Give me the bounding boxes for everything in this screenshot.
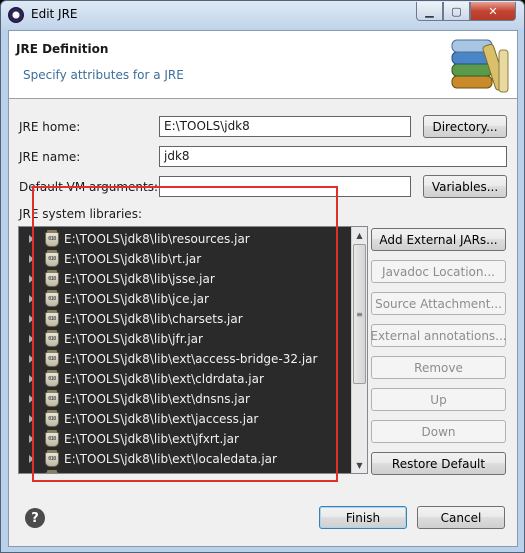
edit-jre-window: Edit JRE ▁ ▢ ✕ JRE Definition Specify at… [0,0,525,553]
library-row[interactable]: E:\TOOLS\jdk8\lib\jfr.jar [19,329,353,349]
jre-name-field[interactable]: jdk8 [159,146,507,167]
library-row[interactable]: E:\TOOLS\jdk8\lib\resources.jar [19,229,353,249]
up-button[interactable]: Up [371,388,506,411]
expand-arrow-icon[interactable] [29,355,34,363]
library-row[interactable]: E:\TOOLS\jdk8\lib\ext\cldrdata.jar [19,369,353,389]
tree-scrollbar[interactable]: ▲ ≡ ▼ [351,227,367,473]
external-annotations-button[interactable]: External annotations... [370,324,507,347]
jar-file-icon [45,329,59,347]
maximize-button[interactable]: ▢ [443,2,470,21]
library-path: E:\TOOLS\jdk8\lib\jfr.jar [64,332,203,346]
library-row[interactable]: E:\TOOLS\jdk8\lib\rt.jar [19,249,353,269]
library-row[interactable]: E:\TOOLS\jdk8\lib\charsets.jar [19,309,353,329]
cancel-button[interactable]: Cancel [417,506,505,529]
library-path: E:\TOOLS\jdk8\lib\ext\jaccess.jar [64,412,259,426]
library-row[interactable]: E:\TOOLS\jdk8\lib\ext\dnsns.jar [19,389,353,409]
jar-file-icon [45,269,59,287]
jre-name-label: JRE name: [19,150,81,164]
jar-file-icon [45,429,59,447]
library-row[interactable]: E:\TOOLS\jdk8\lib\jsse.jar [19,269,353,289]
variables-button[interactable]: Variables... [423,175,507,198]
library-path: E:\TOOLS\jdk8\lib\ext\jfxrt.jar [64,432,239,446]
scroll-down-arrow-icon[interactable]: ▼ [352,457,367,473]
jar-file-icon [45,349,59,367]
jar-file-icon [45,309,59,327]
expand-arrow-icon[interactable] [29,335,34,343]
expand-arrow-icon[interactable] [29,295,34,303]
library-path: E:\TOOLS\jdk8\lib\jce.jar [64,292,209,306]
eclipse-icon [8,7,24,23]
library-row[interactable]: E:\TOOLS\jdk8\lib\ext\nashorn.jar [19,469,353,473]
jar-file-icon [45,469,59,473]
directory-button[interactable]: Directory... [423,115,507,138]
remove-button[interactable]: Remove [371,356,506,379]
add-external-jars-button[interactable]: Add External JARs... [371,228,506,251]
expand-arrow-icon[interactable] [29,275,34,283]
jar-file-icon [45,369,59,387]
library-path: E:\TOOLS\jdk8\lib\ext\cldrdata.jar [64,372,264,386]
help-icon[interactable]: ? [25,508,45,528]
expand-arrow-icon[interactable] [29,235,34,243]
library-path: E:\TOOLS\jdk8\lib\charsets.jar [64,312,243,326]
jre-home-field[interactable]: E:\TOOLS\jdk8 [159,116,411,137]
library-row[interactable]: E:\TOOLS\jdk8\lib\ext\jaccess.jar [19,409,353,429]
dialog-body: JRE Definition Specify attributes for a … [8,30,518,547]
dialog-header: JRE Definition Specify attributes for a … [9,31,517,99]
restore-default-button[interactable]: Restore Default [371,452,506,475]
library-tree[interactable]: E:\TOOLS\jdk8\lib\resources.jar E:\TOOLS\… [18,226,368,474]
header-subtitle: Specify attributes for a JRE [23,68,184,82]
header-title: JRE Definition [16,42,109,56]
minimize-button[interactable]: ▁ [416,2,443,21]
library-row[interactable]: E:\TOOLS\jdk8\lib\ext\access-bridge-32.j… [19,349,353,369]
title-bar[interactable]: Edit JRE ▁ ▢ ✕ [1,1,524,29]
jar-file-icon [45,449,59,467]
expand-arrow-icon[interactable] [29,255,34,263]
library-path: E:\TOOLS\jdk8\lib\jsse.jar [64,272,215,286]
finish-button[interactable]: Finish [319,506,407,529]
jar-file-icon [45,289,59,307]
library-path: E:\TOOLS\jdk8\lib\resources.jar [64,232,250,246]
window-title: Edit JRE [31,7,78,21]
library-row[interactable]: E:\TOOLS\jdk8\lib\ext\localedata.jar [19,449,353,469]
library-path: E:\TOOLS\jdk8\lib\ext\access-bridge-32.j… [64,352,318,366]
source-attachment-button[interactable]: Source Attachment... [371,292,506,315]
jar-file-icon [45,409,59,427]
library-path: E:\TOOLS\jdk8\lib\ext\nashorn.jar [64,472,263,473]
expand-arrow-icon[interactable] [29,415,34,423]
vm-args-field[interactable] [159,176,411,197]
expand-arrow-icon[interactable] [29,395,34,403]
library-path: E:\TOOLS\jdk8\lib\ext\dnsns.jar [64,392,250,406]
down-button[interactable]: Down [371,420,506,443]
scroll-up-arrow-icon[interactable]: ▲ [352,227,367,243]
library-path: E:\TOOLS\jdk8\lib\rt.jar [64,252,202,266]
close-button[interactable]: ✕ [470,2,516,21]
expand-arrow-icon[interactable] [29,375,34,383]
jre-home-label: JRE home: [19,120,81,134]
expand-arrow-icon[interactable] [29,455,34,463]
system-libraries-label: JRE system libraries: [19,207,142,221]
library-row[interactable]: E:\TOOLS\jdk8\lib\ext\jfxrt.jar [19,429,353,449]
expand-arrow-icon[interactable] [29,315,34,323]
javadoc-location-button[interactable]: Javadoc Location... [371,260,506,283]
jar-file-icon [45,229,59,247]
expand-arrow-icon[interactable] [29,435,34,443]
library-row[interactable]: E:\TOOLS\jdk8\lib\jce.jar [19,289,353,309]
jar-file-icon [45,389,59,407]
scroll-thumb[interactable]: ≡ [353,244,366,384]
library-path: E:\TOOLS\jdk8\lib\ext\localedata.jar [64,452,277,466]
jar-file-icon [45,249,59,267]
library-books-icon [451,39,509,93]
vm-args-label: Default VM arguments: [19,180,159,194]
